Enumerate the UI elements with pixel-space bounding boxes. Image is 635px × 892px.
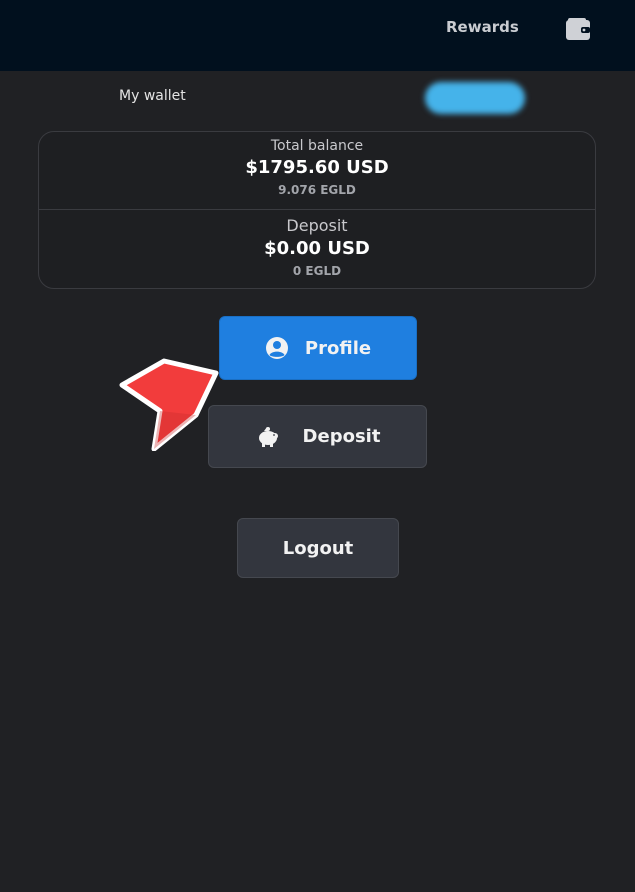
profile-button-label: Profile <box>304 337 372 359</box>
logout-button-label: Logout <box>282 537 354 559</box>
total-balance-usd: $1795.60 USD <box>245 157 389 178</box>
deposit-button[interactable]: Deposit <box>208 405 427 468</box>
wallet-address-redacted <box>425 82 525 114</box>
deposit-button-label: Deposit <box>302 426 381 447</box>
card-divider <box>39 209 595 210</box>
piggy-bank-icon <box>255 425 281 449</box>
wallet-title: My wallet <box>119 88 186 104</box>
logout-button[interactable]: Logout <box>237 518 399 578</box>
deposit-label: Deposit <box>286 216 348 235</box>
balance-card: Total balance $1795.60 USD 9.076 EGLD De… <box>38 131 596 289</box>
total-balance-label: Total balance <box>270 138 364 154</box>
top-navbar: Rewards <box>0 0 635 71</box>
deposit-usd: $0.00 USD <box>264 238 370 259</box>
rewards-link[interactable]: Rewards <box>446 18 519 36</box>
deposit-section: Deposit $0.00 USD 0 EGLD <box>39 216 595 280</box>
wallet-icon[interactable] <box>562 16 594 44</box>
total-balance-egld: 9.076 EGLD <box>278 183 356 197</box>
profile-button[interactable]: Profile <box>219 316 417 380</box>
deposit-egld: 0 EGLD <box>292 264 342 278</box>
annotation-arrow-icon <box>119 358 219 451</box>
user-circle-icon <box>265 336 289 360</box>
total-balance-section: Total balance $1795.60 USD 9.076 EGLD <box>39 137 595 199</box>
